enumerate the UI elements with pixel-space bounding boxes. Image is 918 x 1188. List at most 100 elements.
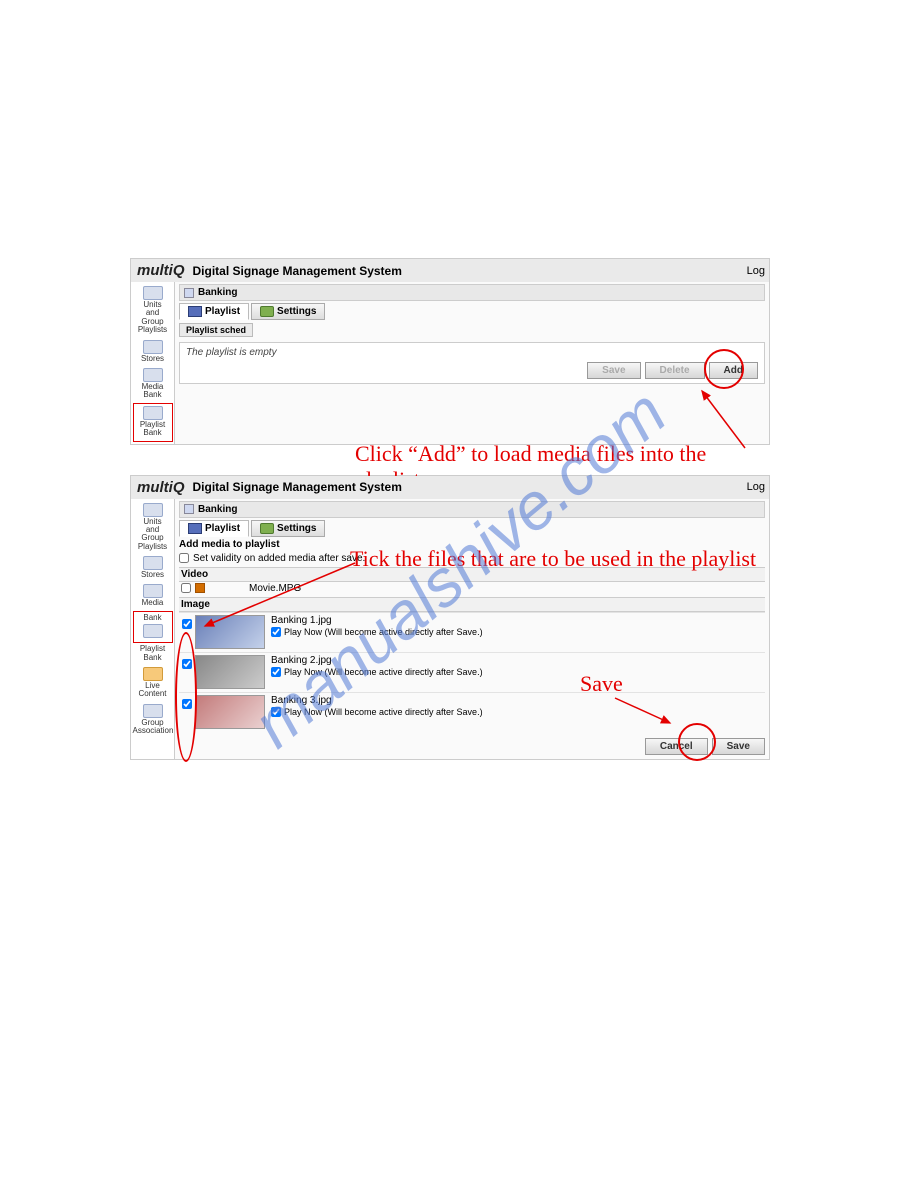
stores-icon: [143, 340, 163, 354]
annotation-tick-files: Tick the files that are to be used in th…: [350, 546, 756, 572]
save-button[interactable]: Save: [712, 738, 765, 755]
app-title: Digital Signage Management System: [193, 480, 402, 494]
set-validity-label: Set validity on added media after save.: [193, 553, 365, 564]
media-thumbnail: [195, 655, 265, 689]
units-icon: [143, 503, 163, 517]
add-button[interactable]: Add: [709, 362, 758, 379]
app-header: multiQ Digital Signage Management System…: [131, 259, 769, 282]
sidebar-item-playlist-bank[interactable]: Playlist Bank: [133, 643, 173, 665]
sidebar-item-group-assoc[interactable]: Group Association: [133, 702, 173, 739]
logo-text: multiQ: [137, 479, 185, 496]
main-area: Banking Playlist Settings Add media to p…: [175, 499, 769, 759]
app-panel-1: multiQ Digital Signage Management System…: [130, 258, 770, 445]
media-row-3[interactable]: Banking 3.jpg Play Now (Will become acti…: [179, 692, 765, 732]
tab-row: Playlist Settings: [179, 303, 765, 320]
playlist-content: The playlist is empty Save Delete Add: [179, 342, 765, 384]
app-header: multiQ Digital Signage Management System…: [131, 476, 769, 499]
sidebar-item-media[interactable]: Media: [133, 582, 173, 610]
tab-playlist[interactable]: Playlist: [179, 303, 249, 320]
sidebar-item-bank[interactable]: Bank: [133, 611, 173, 643]
main-area: Banking Playlist Settings Playlist sched…: [175, 282, 769, 444]
bank-icon: [143, 624, 163, 638]
category-image: Image: [179, 597, 765, 612]
delete-button-disabled: Delete: [645, 362, 705, 379]
log-link[interactable]: Log: [747, 481, 765, 493]
empty-playlist-msg: The playlist is empty: [186, 347, 758, 358]
sidebar-item-label: Playlist Bank: [140, 644, 165, 661]
tab-label: Playlist: [205, 523, 240, 534]
sidebar-item-label: Playlist Bank: [140, 420, 165, 437]
tab-settings[interactable]: Settings: [251, 520, 325, 537]
stores-icon: [143, 556, 163, 570]
tab-label: Settings: [277, 523, 316, 534]
annotation-save: Save: [580, 671, 623, 697]
tab-label: Playlist: [205, 306, 240, 317]
media-select-checkbox[interactable]: [182, 659, 192, 669]
sidebar-item-units[interactable]: Units and Group Playlists: [133, 284, 173, 338]
button-row: Cancel Save: [179, 738, 765, 755]
sidebar-item-live-content[interactable]: Live Content: [133, 665, 173, 702]
play-now-label: Play Now (Will become active directly af…: [284, 667, 483, 677]
log-link[interactable]: Log: [747, 265, 765, 277]
gear-icon: [260, 523, 274, 534]
tab-label: Settings: [277, 306, 316, 317]
sidebar-item-label: Bank: [143, 613, 161, 622]
video-item-name: Movie.MPG: [249, 583, 301, 594]
app-title: Digital Signage Management System: [193, 264, 402, 278]
sidebar-item-label: Units and Group Playlists: [138, 517, 167, 551]
media-filename: Banking 3.jpg: [271, 695, 765, 707]
folder-icon: [184, 288, 194, 298]
breadcrumb-label: Banking: [198, 287, 237, 298]
add-button-label: Add: [724, 365, 743, 376]
play-now-label: Play Now (Will become active directly af…: [284, 707, 483, 717]
sidebar-item-playlist-bank[interactable]: Playlist Bank: [133, 403, 173, 442]
logo-text: multiQ: [137, 262, 185, 279]
units-icon: [143, 286, 163, 300]
video-item-checkbox[interactable]: [181, 583, 191, 593]
video-item-row[interactable]: Movie.MPG: [179, 582, 765, 595]
media-bank-icon: [143, 368, 163, 382]
subtab-playlist-sched[interactable]: Playlist sched: [179, 323, 253, 337]
play-now-checkbox[interactable]: [271, 707, 281, 717]
media-select-checkbox[interactable]: [182, 699, 192, 709]
play-now-checkbox[interactable]: [271, 667, 281, 677]
sidebar: Units and Group Playlists Stores Media B…: [131, 282, 175, 444]
sidebar-item-stores[interactable]: Stores: [133, 554, 173, 582]
playlist-icon: [188, 306, 202, 317]
sidebar: Units and Group Playlists Stores Media B…: [131, 499, 175, 759]
media-filename: Banking 1.jpg: [271, 615, 765, 627]
breadcrumb: Banking: [179, 284, 765, 301]
sidebar-item-label: Media Bank: [142, 382, 164, 399]
set-validity-checkbox[interactable]: [179, 553, 189, 563]
sidebar-item-label: Stores: [141, 570, 164, 579]
sidebar-item-stores[interactable]: Stores: [133, 338, 173, 366]
sidebar-item-label: Group Association: [133, 718, 174, 735]
sidebar-item-label: Units and Group Playlists: [138, 300, 167, 334]
tab-playlist[interactable]: Playlist: [179, 520, 249, 537]
folder-icon: [184, 504, 194, 514]
breadcrumb-label: Banking: [198, 504, 237, 515]
sidebar-item-units[interactable]: Units and Group Playlists: [133, 501, 173, 555]
media-select-checkbox[interactable]: [182, 619, 192, 629]
play-now-label: Play Now (Will become active directly af…: [284, 627, 483, 637]
sidebar-item-label: Live Content: [138, 681, 166, 698]
media-row-2[interactable]: Banking 2.jpg Play Now (Will become acti…: [179, 652, 765, 692]
live-content-icon: [143, 667, 163, 681]
button-row: Save Delete Add: [186, 362, 758, 379]
play-now-checkbox[interactable]: [271, 627, 281, 637]
media-row-1[interactable]: Banking 1.jpg Play Now (Will become acti…: [179, 612, 765, 652]
media-thumbnail: [195, 615, 265, 649]
sidebar-item-media-bank[interactable]: Media Bank: [133, 366, 173, 403]
group-assoc-icon: [143, 704, 163, 718]
media-icon: [143, 584, 163, 598]
gear-icon: [260, 306, 274, 317]
sidebar-item-label: Stores: [141, 354, 164, 363]
media-filename: Banking 2.jpg: [271, 655, 765, 667]
breadcrumb: Banking: [179, 501, 765, 518]
cancel-button[interactable]: Cancel: [645, 738, 708, 755]
playlist-bank-icon: [143, 406, 163, 420]
tab-settings[interactable]: Settings: [251, 303, 325, 320]
video-icon: [195, 583, 205, 593]
tab-row: Playlist Settings: [179, 520, 765, 537]
sidebar-item-label: Media: [142, 598, 164, 607]
